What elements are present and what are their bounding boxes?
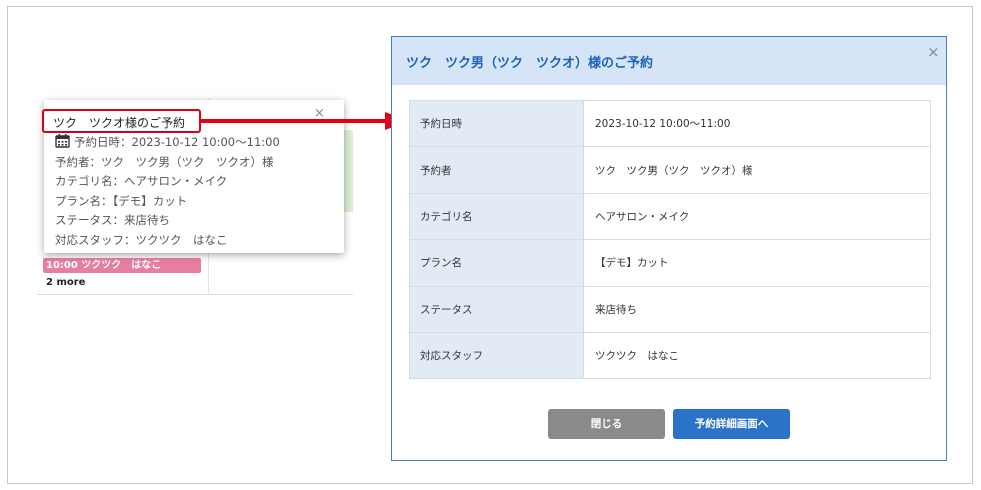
table-row: カテゴリ名 ヘアサロン・メイク [409, 192, 931, 241]
row-value: ツクツク はなこ [583, 331, 931, 380]
close-button[interactable]: 閉じる [548, 409, 665, 439]
row-label: プラン名 [409, 239, 584, 287]
popup-line-customer: 予約者：ツク ツク男（ツク ツクオ）様 [55, 154, 274, 169]
row-value: ヘアサロン・メイク [583, 192, 931, 241]
row-value: 2023-10-12 10:00～11:00 [583, 99, 931, 148]
table-row: 予約者 ツク ツク男（ツク ツクオ）様 [409, 146, 931, 194]
row-label: 予約日時 [409, 99, 584, 148]
reservation-detail-button[interactable]: 予約詳細画面へ [673, 409, 790, 439]
reservation-modal: ツク ツク男（ツク ツクオ）様のご予約 × 予約日時 2023-10-12 10… [391, 36, 947, 461]
popup-line-category: カテゴリ名：ヘアサロン・メイク [55, 174, 228, 188]
row-label: カテゴリ名 [409, 192, 584, 241]
more-events-link[interactable]: 2 more [46, 277, 85, 288]
reservation-detail-table: 予約日時 2023-10-12 10:00～11:00 予約者 ツク ツク男（ツ… [409, 99, 931, 380]
row-label: 予約者 [409, 146, 584, 194]
callout-arrow [199, 112, 409, 130]
popup-line-datetime: 予約日時：2023-10-12 10:00～11:00 [55, 133, 280, 153]
table-row: ステータス 来店待ち [409, 285, 931, 333]
modal-close-icon[interactable]: × [927, 43, 940, 61]
modal-header: ツク ツク男（ツク ツクオ）様のご予約 × [392, 37, 946, 85]
modal-title: ツク ツク男（ツク ツクオ）様のご予約 [406, 56, 654, 71]
popup-line-staff: 対応スタッフ：ツクツク はなこ [55, 232, 228, 247]
popup-line-status: ステータス：来店待ち [55, 213, 170, 227]
row-label: 対応スタッフ [409, 331, 584, 380]
calendar-icon [55, 134, 70, 148]
popup-title[interactable]: ツク ツクオ様のご予約 [53, 114, 185, 131]
row-label: ステータス [409, 285, 584, 333]
table-row: 対応スタッフ ツクツク はなこ [409, 331, 931, 380]
table-row: プラン名 【デモ】カット [409, 239, 931, 287]
popup-title-highlight: ツク ツクオ様のご予約 [42, 109, 201, 133]
row-value: 【デモ】カット [583, 239, 931, 287]
popup-details: 予約日時：2023-10-12 10:00～11:00 予約者：ツク ツク男（ツ… [55, 133, 280, 250]
row-value: 来店待ち [583, 285, 931, 333]
calendar-grid-line [37, 294, 353, 295]
row-value: ツク ツク男（ツク ツクオ）様 [583, 146, 931, 194]
popup-line-plan: プラン名：【デモ】カット [55, 193, 188, 208]
popup-line-text: 予約日時：2023-10-12 10:00～11:00 [74, 135, 280, 149]
calendar-event[interactable]: 10:00 ツクツク はなこ [43, 258, 201, 273]
table-row: 予約日時 2023-10-12 10:00～11:00 [409, 99, 931, 148]
